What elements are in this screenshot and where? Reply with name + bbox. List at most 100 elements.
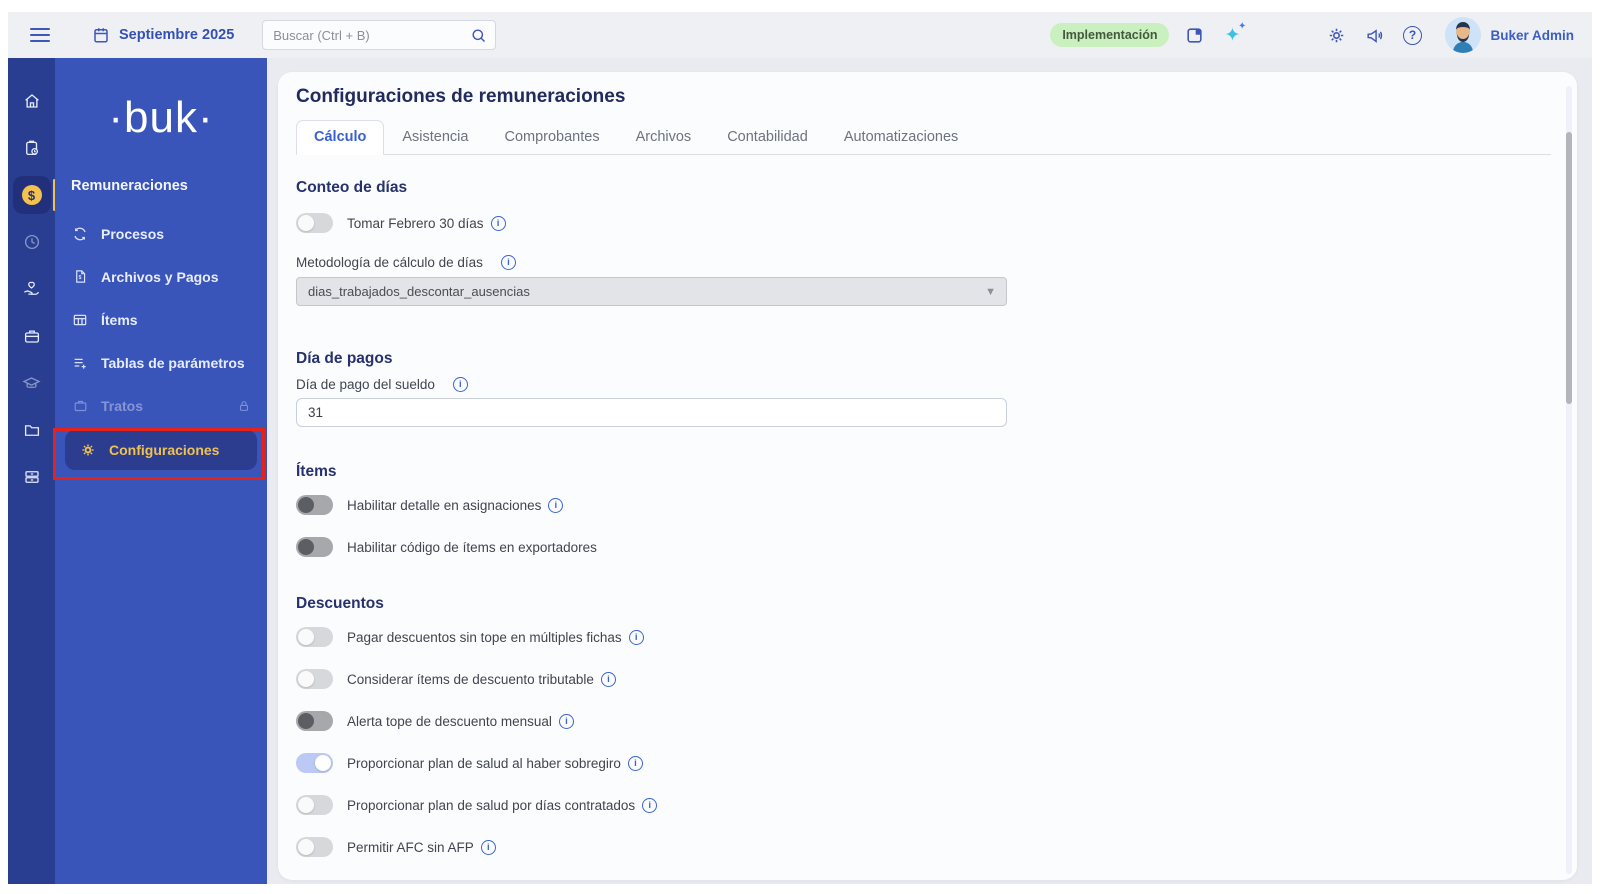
buk-logo: ·buk·: [108, 93, 214, 142]
bookmark-icon: [1185, 26, 1204, 45]
sidebar-item-procesos[interactable]: Procesos: [55, 212, 267, 255]
folder-icon[interactable]: [13, 411, 51, 449]
sidebar-item-tratos[interactable]: Tratos: [55, 384, 267, 427]
table-icon: [71, 312, 89, 328]
toggle-row: Pagar descuentos sin tope en múltiples f…: [296, 627, 1551, 647]
app-body: $ ·buk· Remuneraciones Procesos $ Archiv…: [8, 58, 1592, 884]
page-title: Configuraciones de remuneraciones: [296, 86, 626, 107]
info-icon[interactable]: i: [600, 671, 616, 687]
toggle-row: Proporcionar plan de salud al haber sobr…: [296, 753, 1551, 773]
sidebar-item-label: Procesos: [101, 225, 165, 242]
calendar-icon: [92, 26, 110, 44]
section-heading-items: Ítems: [296, 463, 337, 480]
refresh-icon: [71, 226, 89, 242]
sidebar-item-items[interactable]: Ítems: [55, 298, 267, 341]
toggle-label: Tomar Febrero 30 días: [347, 215, 484, 231]
module-rail: $: [8, 58, 56, 884]
sidebar-item-label: Configuraciones: [109, 442, 220, 458]
toggle-label: Proporcionar plan de salud al haber sobr…: [347, 755, 621, 771]
sidebar-item-tablas-de-parametros[interactable]: Tablas de parámetros: [55, 341, 267, 384]
sidebar-item-label: Tratos: [101, 397, 144, 414]
tab-calculo[interactable]: Cálculo: [296, 120, 385, 155]
toggle-considerar-items-descuento[interactable]: [296, 669, 333, 689]
avatar[interactable]: [1445, 17, 1482, 53]
sparkle-icon: ✦ ✦: [1224, 20, 1247, 46]
toggle-label: Alerta tope de descuento mensual: [347, 713, 552, 729]
briefcase-icon: [71, 398, 89, 413]
user-name[interactable]: Buker Admin: [1490, 28, 1574, 43]
toggle-tomar-febrero-30-dias[interactable]: [296, 213, 333, 233]
search-input[interactable]: [273, 27, 471, 43]
dia-de-pago-input[interactable]: [296, 398, 1007, 427]
briefcase-icon[interactable]: [13, 317, 51, 355]
toggle-label: Proporcionar plan de salud por días cont…: [347, 797, 636, 813]
toggle-label: Habilitar código de ítems en exportadore…: [347, 539, 597, 555]
hamburger-menu-icon[interactable]: [30, 28, 50, 42]
toggle-pagar-descuentos-sin-tope[interactable]: [296, 627, 333, 647]
toggle-row: Alerta tope de descuento mensual i: [296, 711, 1551, 731]
toggle-row: Habilitar detalle en asignaciones i: [296, 495, 1551, 515]
hand-heart-icon[interactable]: [13, 270, 51, 308]
toggle-alerta-tope-descuento[interactable]: [296, 711, 333, 731]
info-icon[interactable]: i: [558, 713, 574, 729]
graduation-cap-icon[interactable]: [13, 364, 51, 402]
info-icon[interactable]: i: [627, 755, 643, 771]
environment-badge: Implementación: [1050, 23, 1170, 47]
toggle-habilitar-codigo-items[interactable]: [296, 537, 333, 557]
topbar-right: Implementación ✦ ✦ ? Buker Admin: [1050, 16, 1578, 54]
sidebar-item-archivos-y-pagos[interactable]: $ Archivos y Pagos: [55, 255, 267, 298]
current-period-label: Septiembre 2025: [119, 27, 235, 43]
sidebar-item-configuraciones[interactable]: Configuraciones: [65, 430, 257, 470]
toggle-label: Habilitar detalle en asignaciones: [347, 497, 542, 513]
sidebar: ·buk· Remuneraciones Procesos $ Archivos…: [55, 58, 267, 884]
help-icon: ?: [1402, 25, 1422, 45]
toggle-row: Permitir AFC sin AFP i: [296, 837, 1551, 857]
info-icon[interactable]: i: [548, 497, 564, 513]
toggle-row: Tomar Febrero 30 días i: [296, 213, 1551, 233]
clock-icon[interactable]: [13, 223, 51, 261]
toggle-label: Pagar descuentos sin tope en múltiples f…: [347, 629, 622, 645]
toggle-label: Considerar ítems de descuento tributable: [347, 671, 594, 687]
search-icon[interactable]: [470, 27, 487, 44]
bookmark-button[interactable]: [1175, 16, 1213, 54]
drawers-icon[interactable]: [13, 458, 51, 496]
tab-archivos[interactable]: Archivos: [618, 120, 710, 155]
announcements-button[interactable]: [1355, 16, 1393, 54]
toggle-habilitar-detalle-asignaciones[interactable]: [296, 495, 333, 515]
help-button[interactable]: ?: [1393, 16, 1431, 54]
sidebar-menu: Procesos $ Archivos y Pagos Ítems Tablas…: [55, 212, 267, 470]
app-frame: Septiembre 2025 Implementación ✦✦: [8, 12, 1592, 884]
info-icon[interactable]: i: [480, 839, 496, 855]
section-heading-conteo-de-dias: Conteo de días: [296, 179, 408, 196]
gear-icon: [1327, 26, 1346, 45]
metodologia-select[interactable]: dias_trabajados_descontar_ausencias ▼: [296, 277, 1007, 306]
home-icon[interactable]: [13, 82, 51, 120]
tab-asistencia[interactable]: Asistencia: [384, 120, 486, 155]
info-icon[interactable]: i: [628, 629, 644, 645]
field-label: Metodología de cálculo de días i: [296, 255, 1551, 270]
info-icon[interactable]: i: [642, 797, 658, 813]
chevron-down-icon: ▼: [985, 285, 996, 298]
clipboard-clock-icon[interactable]: [13, 129, 51, 167]
tab-bar: Cálculo Asistencia Comprobantes Archivos…: [296, 120, 1551, 155]
tab-automatizaciones[interactable]: Automatizaciones: [826, 120, 976, 155]
info-icon[interactable]: i: [452, 377, 468, 392]
toggle-row: Proporcionar plan de salud por días cont…: [296, 795, 1551, 815]
tab-contabilidad[interactable]: Contabilidad: [709, 120, 826, 155]
toggle-proporcionar-plan-salud-dias[interactable]: [296, 795, 333, 815]
search-box[interactable]: [262, 20, 497, 50]
info-icon[interactable]: i: [500, 255, 516, 270]
period-selector[interactable]: Septiembre 2025: [92, 26, 234, 44]
sidebar-item-label: Archivos y Pagos: [101, 268, 219, 285]
tab-comprobantes[interactable]: Comprobantes: [486, 120, 617, 155]
toggle-permitir-afc-sin-afp[interactable]: [296, 837, 333, 857]
payroll-coin-icon[interactable]: $: [12, 176, 56, 214]
ai-assistant-button[interactable]: ✦ ✦: [1213, 16, 1251, 54]
toggle-proporcionar-plan-salud-sobregiro[interactable]: [296, 753, 333, 773]
settings-button[interactable]: [1317, 16, 1355, 54]
info-icon[interactable]: i: [490, 215, 506, 231]
main-content: Configuraciones de remuneraciones Cálcul…: [278, 72, 1577, 880]
toggle-row: Considerar ítems de descuento tributable…: [296, 669, 1551, 689]
lock-icon: [235, 399, 253, 413]
scrollbar-thumb[interactable]: [1566, 132, 1572, 404]
